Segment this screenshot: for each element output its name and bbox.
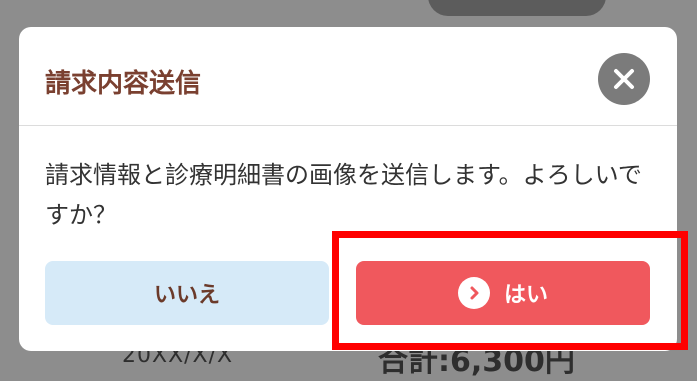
- dialog-header: 請求内容送信: [19, 27, 677, 126]
- dialog-message: 請求情報と診療明細書の画像を送信します。よろしいですか？: [45, 161, 642, 229]
- confirm-dialog: 請求内容送信 請求情報と診療明細書の画像を送信します。よろしいですか？ いいえ …: [19, 27, 677, 351]
- no-button[interactable]: いいえ: [45, 261, 329, 325]
- yes-button[interactable]: はい: [356, 261, 650, 325]
- background-pill-button: [428, 0, 606, 16]
- yes-button-label: はい: [503, 283, 548, 308]
- no-button-label: いいえ: [153, 283, 220, 308]
- close-button[interactable]: [598, 53, 650, 105]
- chevron-right-icon: [457, 277, 490, 309]
- close-icon: [614, 69, 634, 89]
- dialog-title: 請求内容送信: [45, 69, 202, 99]
